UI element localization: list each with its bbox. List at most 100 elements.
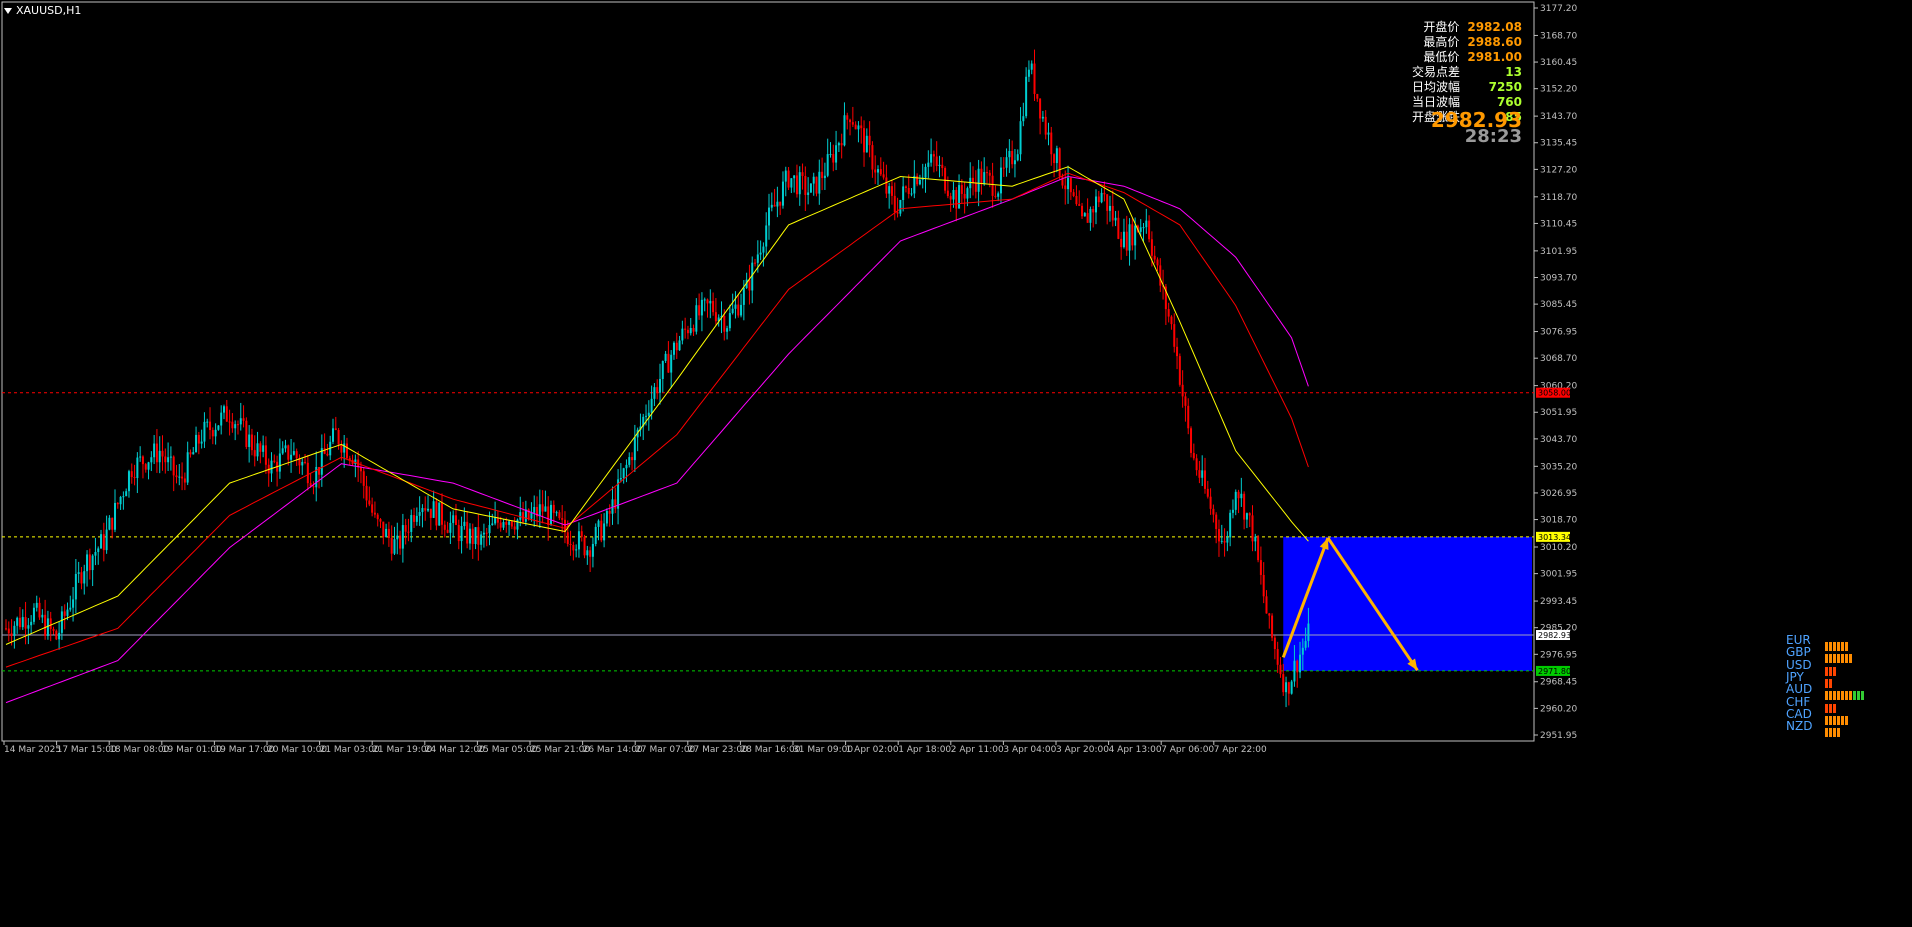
candle-body (119, 496, 122, 505)
x-tick-label: 26 Mar 14:00 (583, 745, 643, 755)
x-tick-label: 3 Apr 04:00 (1003, 745, 1056, 755)
candle-body (234, 424, 237, 429)
candle-body (421, 508, 424, 513)
y-tick-label: 2993.45 (1540, 597, 1577, 607)
candle-body (44, 614, 47, 636)
candle-body (52, 628, 55, 631)
candle-body (561, 518, 564, 520)
x-tick-label: 18 Mar 08:00 (109, 745, 169, 755)
candle-body (1229, 512, 1232, 538)
candle-body (1131, 224, 1134, 246)
candle-body (1072, 192, 1075, 196)
candle-body (139, 456, 142, 458)
currency-strength-bar (1825, 661, 1837, 676)
candle-body (1111, 205, 1114, 221)
candle-body (21, 617, 24, 628)
candle-body (1248, 513, 1251, 516)
candle-body (594, 526, 597, 544)
candle-body (1039, 98, 1042, 119)
candle-body (1016, 154, 1019, 161)
candle-body (913, 175, 916, 194)
candle-body (150, 457, 153, 463)
candle-body (1128, 224, 1131, 251)
candle-body (49, 618, 52, 629)
candle-body (583, 536, 586, 556)
candle-body (186, 452, 189, 483)
candle-body (1215, 514, 1218, 530)
x-tick-label: 7 Apr 06:00 (1161, 745, 1214, 755)
candle-body (46, 618, 49, 636)
candle-body (762, 246, 765, 253)
candle-body (904, 186, 907, 189)
candle-body (1304, 641, 1307, 648)
candle-body (944, 168, 947, 191)
candle-body (13, 625, 16, 636)
candle-body (1092, 208, 1095, 213)
candle-body (977, 168, 980, 192)
candle-body (678, 340, 681, 351)
chevron-down-icon[interactable] (4, 8, 12, 14)
candle-body (223, 406, 225, 413)
candle-body (1055, 148, 1058, 164)
candle-body (781, 181, 784, 206)
candle-body (379, 519, 382, 522)
info-label: 最高价 (1423, 35, 1460, 49)
candle-body (1226, 537, 1229, 543)
candle-body (332, 428, 334, 442)
currency-strength-bar (1825, 698, 1837, 713)
candle-body (603, 523, 606, 541)
candle-body (815, 176, 818, 194)
candle-body (1122, 231, 1125, 248)
info-row: 最低价 2981.00 (1412, 50, 1522, 65)
candle-body (396, 535, 399, 540)
candle-body (686, 329, 689, 334)
candle-body (340, 444, 343, 453)
candle-body (1282, 674, 1285, 693)
candle-body (756, 254, 759, 263)
candle-body (373, 512, 376, 515)
candle-body (181, 476, 184, 479)
chart-title[interactable]: XAUUSD,H1 (4, 4, 81, 17)
candle-body (410, 515, 413, 532)
candle-body (731, 308, 734, 314)
price-chart[interactable]: 3177.20 3168.70 3160.45 3152.20 3143.70 3135.… (0, 0, 1912, 927)
candle-body (111, 517, 114, 530)
candle-body (1271, 615, 1274, 638)
candle-body (851, 122, 854, 125)
candle-body (631, 457, 634, 461)
candle-body (667, 353, 670, 373)
candle-body (508, 521, 511, 525)
candle-body (754, 262, 757, 264)
candle-body (798, 172, 801, 195)
candle-body (1184, 396, 1187, 406)
candle-body (264, 445, 267, 465)
candle-body (1153, 255, 1156, 260)
candle-body (748, 279, 751, 291)
candle-body (740, 304, 743, 316)
candle-body (1083, 213, 1086, 217)
candle-body (633, 437, 636, 461)
candle-body (879, 169, 882, 175)
x-tick-label: 31 Mar 09:00 (793, 745, 853, 755)
candle-body (359, 467, 362, 472)
x-tick-label: 20 Mar 10:00 (267, 745, 327, 755)
bar-countdown: 28:23 (1464, 126, 1522, 147)
candle-body (505, 522, 508, 525)
candle-body (86, 554, 89, 572)
candle-body (714, 312, 717, 322)
x-tick-label: 2 Apr 11:00 (951, 745, 1004, 755)
candle-body (871, 145, 874, 170)
candle-body (700, 299, 703, 316)
candle-body (236, 424, 239, 426)
candle-body (1058, 148, 1061, 177)
candle-body (192, 452, 195, 455)
candle-body (108, 517, 111, 530)
candle-body (541, 504, 544, 512)
candle-body (902, 186, 905, 200)
currency-strength-bar (1825, 673, 1833, 688)
y-tick-label: 3085.45 (1540, 300, 1577, 310)
candle-body (488, 525, 491, 534)
candle-body (155, 443, 158, 463)
candle-body (619, 478, 622, 480)
candle-body (555, 512, 558, 514)
